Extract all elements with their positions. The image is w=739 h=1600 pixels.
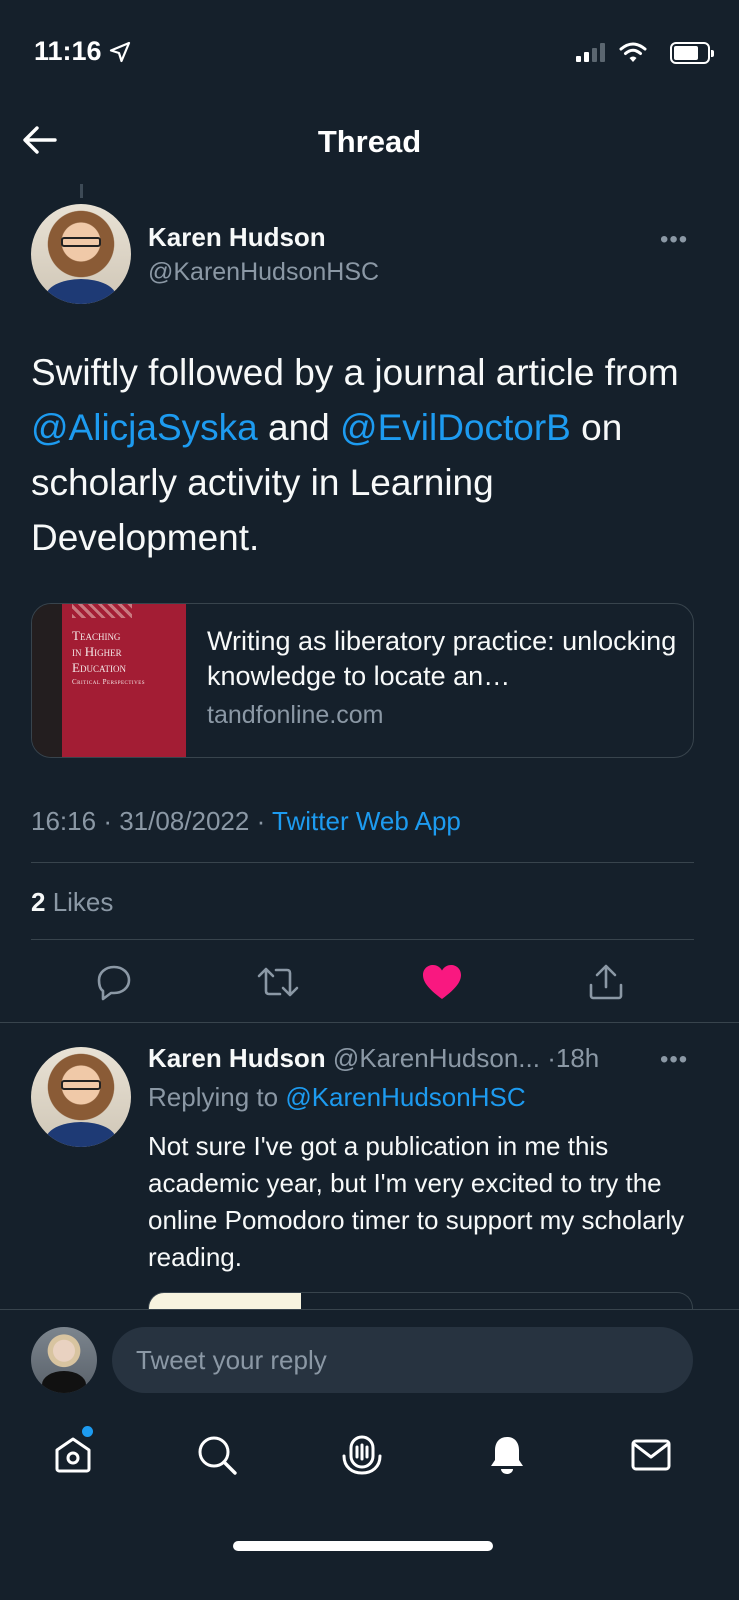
status-time: 11:16 [34, 36, 102, 66]
reply-button[interactable] [92, 960, 136, 1004]
link-preview-card[interactable]: Teaching in Higher Education Critical Pe… [31, 603, 694, 758]
current-user-avatar[interactable] [31, 1327, 97, 1393]
reply-input[interactable] [112, 1327, 693, 1393]
mention-link[interactable]: @EvilDoctorB [340, 407, 571, 448]
share-button[interactable] [584, 960, 628, 1004]
spaces-icon [342, 1435, 382, 1475]
tab-spaces[interactable] [337, 1430, 387, 1480]
messages-icon [631, 1439, 671, 1471]
reply-author-avatar[interactable] [31, 1047, 131, 1147]
author-name[interactable]: Karen Hudson [148, 222, 326, 253]
tweet-timestamp: 16:16 · 31/08/2022 · Twitter Web App [31, 806, 461, 836]
thread-connector-line [80, 184, 83, 198]
mention-link[interactable]: @AlicjaSyska [31, 407, 258, 448]
notifications-icon [491, 1437, 523, 1474]
cellular-signal-icon [576, 42, 605, 62]
heart-filled-icon [423, 965, 461, 999]
reply-more-options-icon[interactable]: ••• [660, 1046, 688, 1074]
page-title: Thread [317, 124, 422, 159]
more-options-icon[interactable]: ••• [660, 226, 688, 254]
wifi-icon [619, 42, 647, 62]
tab-messages[interactable] [626, 1430, 676, 1480]
like-button[interactable] [420, 960, 464, 1004]
divider [31, 862, 694, 863]
location-arrow-icon [109, 41, 131, 63]
reply-author-handle[interactable]: @KarenHudson... [333, 1043, 540, 1073]
book-cover-image: Teaching in Higher Education Critical Pe… [62, 604, 186, 757]
home-notification-dot [82, 1426, 93, 1437]
home-indicator[interactable] [233, 1541, 493, 1551]
source-app-link[interactable]: Twitter Web App [272, 806, 461, 836]
divider [31, 939, 694, 940]
replying-to: Replying to @KarenHudsonHSC [148, 1082, 526, 1112]
likes-count[interactable]: 2 Likes [31, 887, 113, 918]
replying-to-link[interactable]: @KarenHudsonHSC [285, 1082, 525, 1112]
tab-home[interactable] [48, 1430, 98, 1480]
tab-search[interactable] [192, 1430, 242, 1480]
card-domain: tandfonline.com [207, 701, 384, 729]
author-handle[interactable]: @KarenHudsonHSC [148, 258, 379, 287]
search-icon [198, 1436, 237, 1475]
card-title: Writing as liberatory practice: unlockin… [207, 626, 677, 691]
reply-icon [97, 965, 131, 1001]
reply-text: Not sure I've got a publication in me th… [148, 1131, 685, 1272]
author-avatar[interactable] [31, 204, 131, 304]
card-thumbnail: Teaching in Higher Education Critical Pe… [32, 604, 186, 757]
reply-author-name[interactable]: Karen Hudson [148, 1043, 326, 1073]
battery-icon [670, 42, 714, 64]
home-icon [55, 1437, 91, 1473]
retweet-button[interactable] [256, 960, 300, 1004]
divider [0, 1022, 739, 1023]
reply-age: 18h [555, 1043, 600, 1073]
share-icon [589, 964, 623, 1000]
tweet-text: Swiftly followed by a journal article fr… [31, 352, 679, 558]
tab-notifications[interactable] [482, 1430, 532, 1480]
reply-header: Karen Hudson @KarenHudson... ·18h [148, 1043, 600, 1073]
retweet-icon [257, 967, 299, 997]
